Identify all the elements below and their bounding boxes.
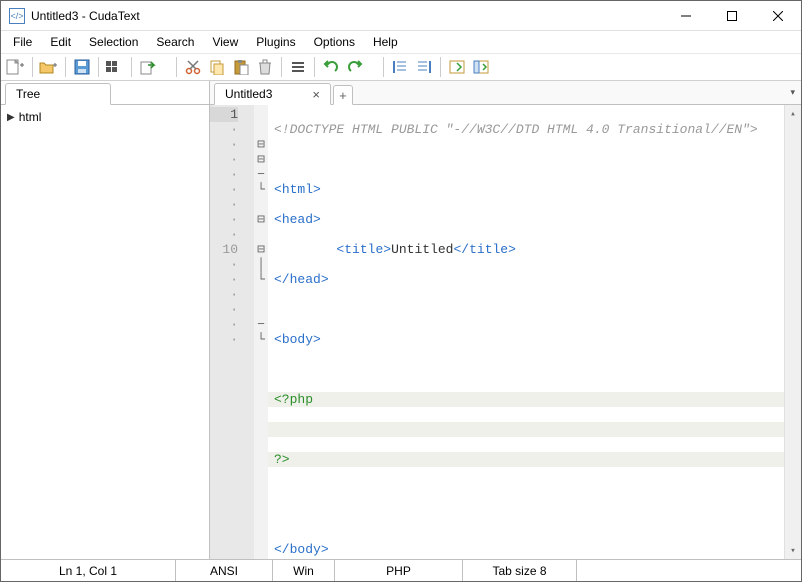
separator: [281, 57, 282, 77]
select-all-button[interactable]: [287, 56, 309, 78]
close-button[interactable]: [755, 1, 801, 30]
tree-body[interactable]: ▶ html: [1, 105, 209, 559]
scroll-track[interactable]: [785, 122, 801, 542]
indent-icon: [416, 59, 432, 75]
vertical-scrollbar[interactable]: ▴ ▾: [784, 105, 801, 559]
new-file-icon: [6, 59, 26, 75]
unindent-button[interactable]: [389, 56, 411, 78]
menu-view[interactable]: View: [204, 33, 246, 51]
new-file-button[interactable]: [5, 56, 27, 78]
toolbar: [1, 53, 801, 81]
titlebar: </> Untitled3 - CudaText: [1, 1, 801, 31]
new-tab-button[interactable]: +: [333, 85, 353, 105]
editor[interactable]: 1 ··· ··· ·· 10 ··· ··· ⊟⊟ −└: [210, 105, 801, 559]
status-spacer: [577, 560, 801, 581]
export-button[interactable]: [137, 56, 159, 78]
undo-button[interactable]: [320, 56, 342, 78]
select-all-icon: [290, 59, 306, 75]
menu-search[interactable]: Search: [148, 33, 202, 51]
minimize-button[interactable]: [663, 1, 709, 30]
separator: [176, 57, 177, 77]
toggle-panel-button[interactable]: [104, 56, 126, 78]
tree-tabrow: Tree: [1, 81, 209, 105]
menu-selection[interactable]: Selection: [81, 33, 146, 51]
scroll-up-icon[interactable]: ▴: [785, 105, 801, 122]
status-tabsize[interactable]: Tab size 8: [463, 560, 577, 581]
code-content[interactable]: <!DOCTYPE HTML PUBLIC "-//W3C//DTD HTML …: [268, 105, 801, 559]
status-bar: Ln 1, Col 1 ANSI Win PHP Tab size 8: [1, 559, 801, 581]
trash-icon: [257, 59, 273, 75]
separator: [32, 57, 33, 77]
unindent-icon: [392, 59, 408, 75]
cut-button[interactable]: [182, 56, 204, 78]
grid-icon: [105, 59, 125, 75]
window-controls: [663, 1, 801, 30]
paste-icon: [233, 59, 249, 75]
tree-item-html[interactable]: ▶ html: [7, 109, 203, 125]
tabs-overflow-icon[interactable]: ▾: [790, 87, 795, 98]
editor-area: Untitled3 × + ▾ 1 ··· ··· ·· 10 ··· ···: [210, 81, 801, 559]
paste-button[interactable]: [230, 56, 252, 78]
undo-icon: [323, 59, 339, 75]
menu-options[interactable]: Options: [306, 33, 363, 51]
status-position[interactable]: Ln 1, Col 1: [1, 560, 176, 581]
delete-button[interactable]: [254, 56, 276, 78]
indent-button[interactable]: [413, 56, 435, 78]
open-folder-icon: [39, 59, 59, 75]
menu-file[interactable]: File: [5, 33, 40, 51]
maximize-button[interactable]: [709, 1, 755, 30]
status-encoding[interactable]: ANSI: [176, 560, 273, 581]
menu-edit[interactable]: Edit: [42, 33, 79, 51]
save-icon: [74, 59, 90, 75]
copy-icon: [209, 59, 225, 75]
editor-tabrow: Untitled3 × + ▾: [210, 81, 801, 105]
editor-tab-untitled3[interactable]: Untitled3 ×: [214, 83, 331, 105]
menubar: File Edit Selection Search View Plugins …: [1, 31, 801, 53]
app-window: </> Untitled3 - CudaText File Edit Selec…: [0, 0, 802, 582]
status-language[interactable]: PHP: [335, 560, 463, 581]
editor-tab-label: Untitled3: [225, 87, 272, 101]
separator: [440, 57, 441, 77]
tree-tab[interactable]: Tree: [5, 83, 111, 105]
separator: [65, 57, 66, 77]
redo-icon: [347, 59, 363, 75]
gutter-markers: [242, 105, 254, 559]
separator: [314, 57, 315, 77]
gutter-fold[interactable]: ⊟⊟ −└ ⊟ ⊟ │└ −└: [254, 105, 268, 559]
save-button[interactable]: [71, 56, 93, 78]
menu-help[interactable]: Help: [365, 33, 406, 51]
separator: [131, 57, 132, 77]
minimap-icon: [449, 59, 465, 75]
redo-button[interactable]: [344, 56, 366, 78]
app-icon: </>: [9, 8, 25, 24]
window-title: Untitled3 - CudaText: [31, 9, 663, 23]
gutter-line-numbers: 1 ··· ··· ·· 10 ··· ···: [210, 105, 242, 559]
status-line-endings[interactable]: Win: [273, 560, 335, 581]
copy-button[interactable]: [206, 56, 228, 78]
export-icon: [140, 59, 156, 75]
separator: [98, 57, 99, 77]
menu-plugins[interactable]: Plugins: [248, 33, 303, 51]
tree-item-label: html: [19, 110, 42, 124]
scissors-icon: [185, 59, 201, 75]
toggle-minimap-button[interactable]: [446, 56, 468, 78]
scroll-down-icon[interactable]: ▾: [785, 542, 801, 559]
toggle-sidebar-button[interactable]: [470, 56, 492, 78]
close-tab-icon[interactable]: ×: [312, 88, 320, 101]
tree-panel: Tree ▶ html: [1, 81, 210, 559]
sidebar-icon: [473, 59, 489, 75]
body-panes: Tree ▶ html Untitled3 × + ▾ 1: [1, 81, 801, 559]
open-file-button[interactable]: [38, 56, 60, 78]
chevron-right-icon: ▶: [7, 112, 15, 123]
separator: [383, 57, 384, 77]
